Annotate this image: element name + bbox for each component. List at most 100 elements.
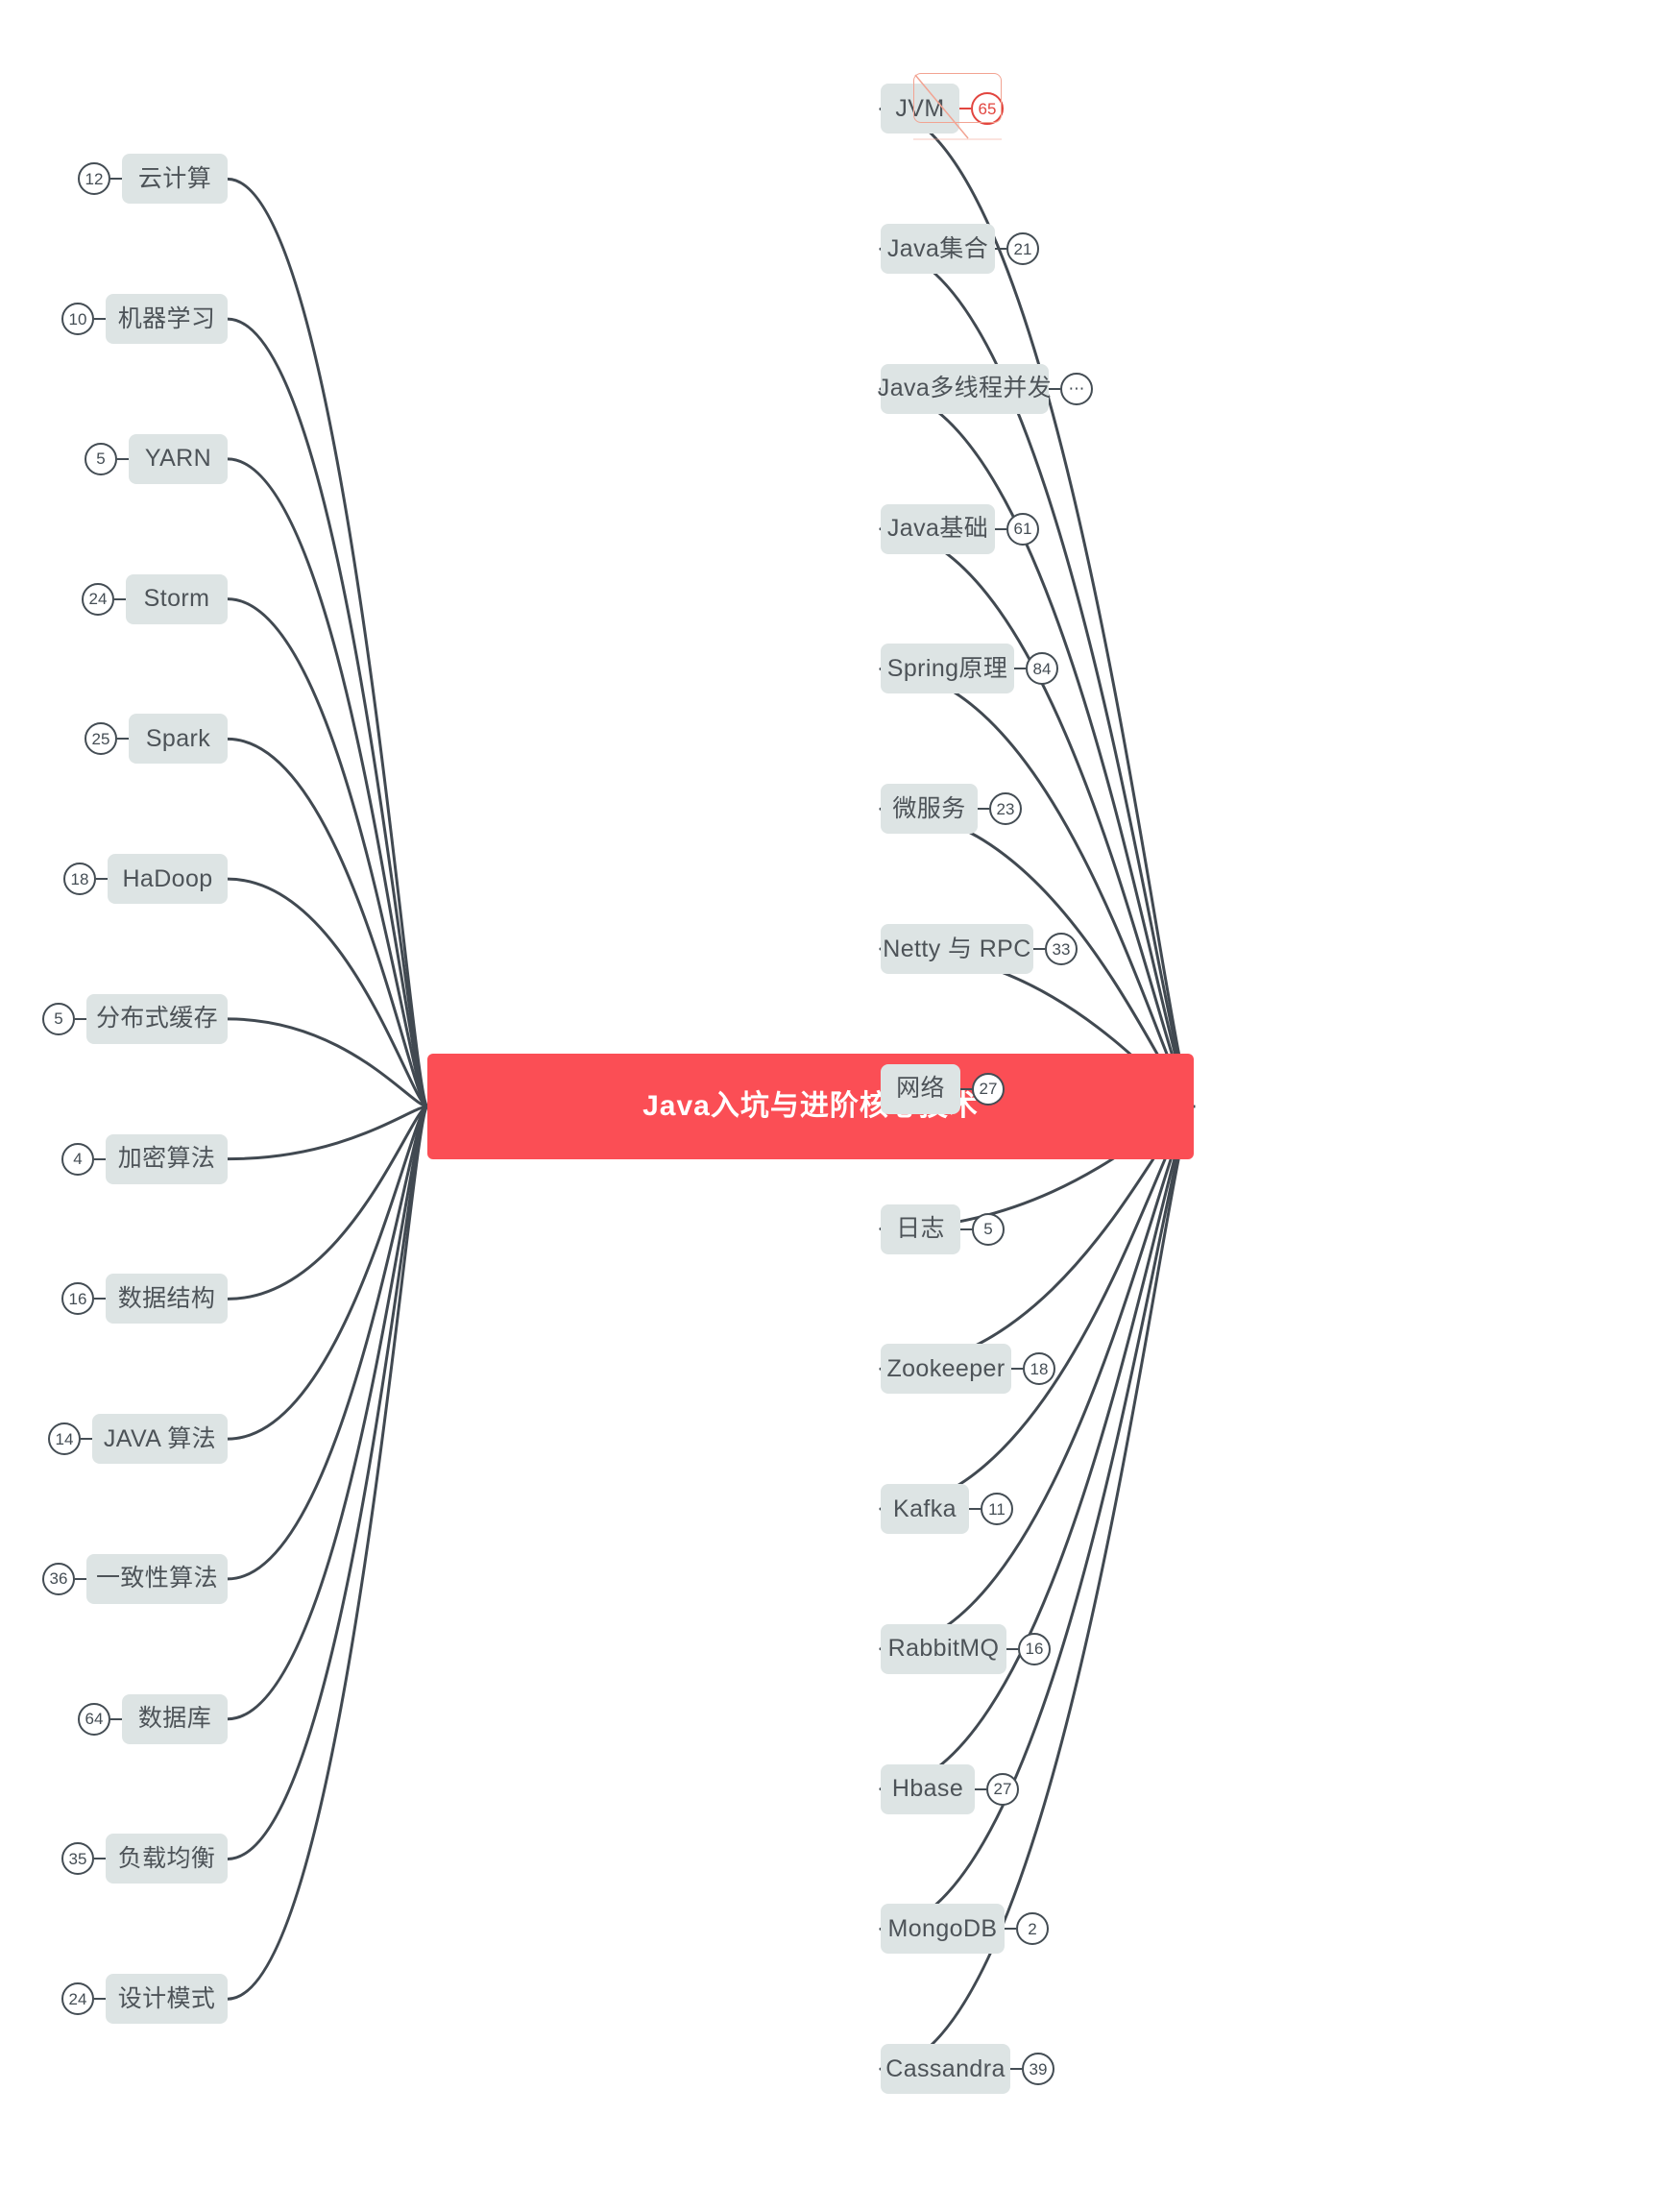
- branch-node[interactable]: 日志: [881, 1203, 960, 1254]
- count-badge[interactable]: 18: [1023, 1352, 1055, 1386]
- branch-link: [226, 1105, 429, 1721]
- count-badge[interactable]: 84: [1026, 652, 1058, 686]
- count-badge[interactable]: 14: [48, 1422, 81, 1456]
- branch-node[interactable]: 数据库: [122, 1693, 228, 1744]
- badge-connector: [975, 1787, 986, 1790]
- branch-node[interactable]: 数据结构: [106, 1274, 228, 1325]
- count-badge[interactable]: 24: [61, 1982, 94, 2016]
- count-badge[interactable]: 61: [1006, 512, 1039, 546]
- count-badge[interactable]: 39: [1022, 2053, 1054, 2086]
- badge-connector: [959, 108, 971, 110]
- count-badge[interactable]: 65: [971, 92, 1004, 126]
- badge-connector: [94, 1858, 106, 1860]
- badge-connector: [1011, 1368, 1023, 1371]
- count-badge[interactable]: 11: [981, 1493, 1013, 1526]
- branch-node[interactable]: Java多线程并发: [878, 363, 1052, 414]
- count-badge[interactable]: 16: [1018, 1632, 1051, 1665]
- branch-link: [226, 1105, 429, 1860]
- badge-connector: [75, 1577, 86, 1580]
- branch-link: [226, 317, 429, 1108]
- badge-connector: [960, 1228, 972, 1230]
- branch-link: [226, 1105, 429, 1161]
- branch-node[interactable]: Spring原理: [881, 644, 1014, 694]
- branch-node[interactable]: RabbitMQ: [881, 1623, 1006, 1674]
- branch-node[interactable]: Java基础: [881, 503, 995, 554]
- badge-connector: [94, 1157, 106, 1160]
- branch-node[interactable]: Cassandra: [881, 2044, 1010, 2095]
- branch-node[interactable]: 网络: [881, 1063, 960, 1114]
- branch-node[interactable]: HaDoop: [108, 854, 228, 905]
- count-badge[interactable]: 27: [972, 1072, 1005, 1106]
- branch-node[interactable]: Hbase: [881, 1763, 975, 1814]
- branch-link: [879, 387, 1196, 1108]
- branch-node[interactable]: 设计模式: [106, 1974, 228, 2025]
- badge-connector: [969, 1508, 981, 1511]
- badge-connector: [1014, 668, 1026, 670]
- count-badge[interactable]: 18: [63, 863, 96, 896]
- badge-connector: [94, 318, 106, 321]
- badge-connector: [1049, 387, 1060, 390]
- branch-node[interactable]: 云计算: [122, 154, 228, 205]
- branch-node[interactable]: 分布式缓存: [86, 993, 228, 1044]
- badge-connector: [1010, 2068, 1022, 2071]
- branch-node[interactable]: Kafka: [881, 1484, 969, 1535]
- badge-connector: [117, 457, 129, 460]
- badge-connector: [1033, 948, 1045, 950]
- badge-connector: [81, 1438, 92, 1441]
- branch-link: [226, 1105, 429, 1441]
- badge-connector: [110, 178, 122, 181]
- count-badge[interactable]: 33: [1045, 933, 1078, 965]
- count-badge[interactable]: 27: [986, 1772, 1019, 1806]
- count-badge[interactable]: 5: [85, 442, 117, 475]
- branch-node[interactable]: MongoDB: [881, 1904, 1005, 1955]
- count-badge[interactable]: 16: [61, 1282, 94, 1316]
- branch-link: [226, 877, 429, 1108]
- branch-node[interactable]: Storm: [126, 573, 228, 624]
- count-badge[interactable]: 2: [1016, 1912, 1049, 1946]
- count-badge[interactable]: 12: [78, 162, 110, 196]
- count-badge[interactable]: 5: [42, 1002, 75, 1035]
- count-badge[interactable]: 23: [989, 792, 1022, 826]
- count-badge[interactable]: 5: [972, 1212, 1005, 1246]
- branch-link: [226, 597, 429, 1108]
- badge-connector: [1005, 1928, 1016, 1931]
- count-badge[interactable]: ⋯: [1060, 372, 1093, 405]
- branch-node[interactable]: Java集合: [881, 224, 995, 275]
- branch-link: [226, 1017, 429, 1108]
- count-badge[interactable]: 21: [1006, 232, 1039, 266]
- branch-node[interactable]: 加密算法: [106, 1133, 228, 1184]
- badge-connector: [960, 1087, 972, 1090]
- count-badge[interactable]: 4: [61, 1142, 94, 1176]
- badge-connector: [995, 248, 1006, 251]
- branch-link: [879, 1105, 1196, 1511]
- count-badge[interactable]: 25: [85, 722, 117, 756]
- badge-connector: [75, 1017, 86, 1020]
- branch-node[interactable]: 负载均衡: [106, 1834, 228, 1884]
- branch-link: [226, 457, 429, 1108]
- badge-connector: [94, 1998, 106, 2001]
- count-badge[interactable]: 10: [61, 303, 94, 336]
- count-badge[interactable]: 36: [42, 1562, 75, 1595]
- branch-node[interactable]: Spark: [129, 714, 228, 765]
- branch-node[interactable]: Zookeeper: [881, 1344, 1011, 1395]
- mindmap-canvas: Java入坑与进阶核心技术 云计算 12 机器学习 10 YARN 5 Storm 24 Spar…: [0, 0, 1672, 2212]
- badge-connector: [995, 527, 1006, 530]
- branch-link: [226, 1105, 429, 1581]
- badge-connector: [114, 597, 126, 600]
- count-badge[interactable]: 64: [78, 1702, 110, 1736]
- branch-node[interactable]: 机器学习: [106, 294, 228, 345]
- branch-node[interactable]: YARN: [129, 433, 228, 484]
- root-node[interactable]: Java入坑与进阶核心技术: [427, 1054, 1194, 1159]
- branch-node[interactable]: Netty 与 RPC: [881, 924, 1033, 974]
- branch-node[interactable]: JVM: [881, 84, 959, 134]
- branch-link: [226, 737, 429, 1108]
- branch-node[interactable]: 微服务: [881, 784, 978, 835]
- branch-link: [226, 1105, 429, 2001]
- count-badge[interactable]: 24: [82, 582, 114, 616]
- branch-link: [226, 1105, 429, 1300]
- branch-node[interactable]: 一致性算法: [86, 1553, 228, 1604]
- badge-connector: [94, 1298, 106, 1300]
- branch-node[interactable]: JAVA 算法: [92, 1414, 228, 1465]
- count-badge[interactable]: 35: [61, 1842, 94, 1876]
- branch-link: [226, 177, 429, 1108]
